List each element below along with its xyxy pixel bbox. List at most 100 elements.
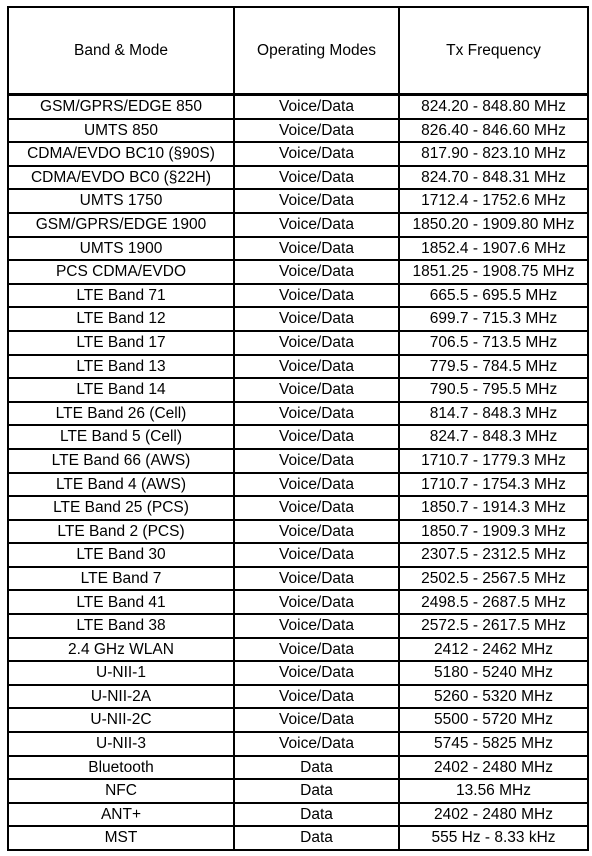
band-mode-cell: LTE Band 66 (AWS) — [7, 447, 235, 474]
operating-modes-cell: Voice/Data — [233, 211, 400, 238]
table-row: LTE Band 71 Voice/Data 665.5 - 695.5 MHz — [7, 282, 589, 309]
tx-frequency-cell: 790.5 - 795.5 MHz — [398, 377, 589, 403]
band-mode-cell: LTE Band 5 (Cell) — [7, 424, 235, 450]
table-row: LTE Band 66 (AWS) Voice/Data 1710.7 - 1779… — [7, 447, 589, 474]
table-row: LTE Band 2 (PCS) Voice/Data 1850.7 - 1909.… — [7, 518, 589, 545]
operating-modes-cell: Voice/Data — [233, 447, 400, 474]
tx-frequency-cell: 1712.4 - 1752.6 MHz — [398, 188, 589, 214]
operating-modes-cell: Voice/Data — [233, 471, 400, 498]
band-mode-cell: LTE Band 26 (Cell) — [7, 400, 235, 427]
table-row: CDMA/EVDO BC0 (§22H) Voice/Data 824.70 - 8… — [7, 164, 589, 191]
band-mode-cell: U-NII-2A — [7, 683, 235, 710]
band-mode-cell: LTE Band 17 — [7, 329, 235, 356]
table-row: LTE Band 17 Voice/Data 706.5 - 713.5 MHz — [7, 329, 589, 356]
band-mode-cell: LTE Band 25 (PCS) — [7, 495, 235, 521]
tx-frequency-cell: 824.7 - 848.3 MHz — [398, 424, 589, 450]
tx-frequency-cell: 1851.25 - 1908.75 MHz — [398, 259, 589, 285]
operating-modes-cell: Voice/Data — [233, 93, 400, 120]
band-mode-cell: LTE Band 38 — [7, 613, 235, 639]
table-body: GSM/GPRS/EDGE 850 Voice/Data 824.20 - 848.… — [7, 93, 589, 851]
tx-frequency-cell: 2502.5 - 2567.5 MHz — [398, 565, 589, 592]
band-mode-cell: LTE Band 4 (AWS) — [7, 471, 235, 498]
table-header: Band & Mode Operating Modes Tx Frequency — [7, 6, 589, 96]
tx-frequency-cell: 2402 - 2480 MHz — [398, 801, 589, 828]
operating-modes-cell: Voice/Data — [233, 731, 400, 757]
operating-modes-cell: Data — [233, 778, 400, 804]
operating-modes-cell: Voice/Data — [233, 424, 400, 450]
table-row: LTE Band 13 Voice/Data 779.5 - 784.5 MHz — [7, 353, 589, 380]
band-mode-cell: CDMA/EVDO BC0 (§22H) — [7, 164, 235, 191]
tx-frequency-cell: 2498.5 - 2687.5 MHz — [398, 589, 589, 616]
table-row: U-NII-2A Voice/Data 5260 - 5320 MHz — [7, 683, 589, 710]
operating-modes-cell: Voice/Data — [233, 188, 400, 214]
tx-frequency-cell: 824.70 - 848.31 MHz — [398, 164, 589, 191]
tx-frequency-cell: 5260 - 5320 MHz — [398, 683, 589, 710]
tx-frequency-cell: 1850.7 - 1909.3 MHz — [398, 518, 589, 545]
tx-frequency-cell: 555 Hz - 8.33 kHz — [398, 825, 589, 851]
band-mode-cell: LTE Band 12 — [7, 306, 235, 332]
operating-modes-cell: Voice/Data — [233, 306, 400, 332]
table-row: ANT+ Data 2402 - 2480 MHz — [7, 801, 589, 828]
operating-modes-cell: Voice/Data — [233, 377, 400, 403]
table-row: LTE Band 26 (Cell) Voice/Data 814.7 - 848.… — [7, 400, 589, 427]
operating-modes-cell: Voice/Data — [233, 589, 400, 616]
band-mode-cell: GSM/GPRS/EDGE 1900 — [7, 211, 235, 238]
operating-modes-cell: Voice/Data — [233, 164, 400, 191]
operating-modes-cell: Voice/Data — [233, 613, 400, 639]
operating-modes-cell: Voice/Data — [233, 636, 400, 663]
tx-frequency-cell: 2412 - 2462 MHz — [398, 636, 589, 663]
tx-frequency-cell: 706.5 - 713.5 MHz — [398, 329, 589, 356]
operating-modes-cell: Voice/Data — [233, 259, 400, 285]
table-row: U-NII-1 Voice/Data 5180 - 5240 MHz — [7, 660, 589, 686]
table-row: LTE Band 5 (Cell) Voice/Data 824.7 - 848.3… — [7, 424, 589, 450]
operating-modes-cell: Data — [233, 801, 400, 828]
tx-frequency-cell: 5500 - 5720 MHz — [398, 707, 589, 734]
frequency-bands-table: Band & Mode Operating Modes Tx Frequency… — [7, 6, 589, 851]
operating-modes-cell: Voice/Data — [233, 683, 400, 710]
table-row: LTE Band 41 Voice/Data 2498.5 - 2687.5 MHz — [7, 589, 589, 616]
band-mode-cell: MST — [7, 825, 235, 851]
header-row: Band & Mode Operating Modes Tx Frequency — [7, 6, 589, 96]
table-row: MST Data 555 Hz - 8.33 kHz — [7, 825, 589, 851]
tx-frequency-cell: 699.7 - 715.3 MHz — [398, 306, 589, 332]
table-row: 2.4 GHz WLAN Voice/Data 2412 - 2462 MHz — [7, 636, 589, 663]
band-mode-cell: LTE Band 41 — [7, 589, 235, 616]
operating-modes-cell: Voice/Data — [233, 353, 400, 380]
table-row: LTE Band 14 Voice/Data 790.5 - 795.5 MHz — [7, 377, 589, 403]
band-mode-cell: LTE Band 13 — [7, 353, 235, 380]
table-row: LTE Band 12 Voice/Data 699.7 - 715.3 MHz — [7, 306, 589, 332]
table-row: LTE Band 25 (PCS) Voice/Data 1850.7 - 1914… — [7, 495, 589, 521]
band-mode-cell: UMTS 1750 — [7, 188, 235, 214]
operating-modes-cell: Voice/Data — [233, 117, 400, 144]
band-mode-cell: U-NII-2C — [7, 707, 235, 734]
tx-frequency-cell: 824.20 - 848.80 MHz — [398, 93, 589, 120]
band-mode-cell: U-NII-3 — [7, 731, 235, 757]
table-row: GSM/GPRS/EDGE 1900 Voice/Data 1850.20 - 19… — [7, 211, 589, 238]
table-row: LTE Band 38 Voice/Data 2572.5 - 2617.5 MHz — [7, 613, 589, 639]
tx-frequency-cell: 826.40 - 846.60 MHz — [398, 117, 589, 144]
operating-modes-cell: Voice/Data — [233, 542, 400, 568]
tx-frequency-cell: 2307.5 - 2312.5 MHz — [398, 542, 589, 568]
band-mode-cell: LTE Band 2 (PCS) — [7, 518, 235, 545]
table-row: NFC Data 13.56 MHz — [7, 778, 589, 804]
tx-frequency-cell: 779.5 - 784.5 MHz — [398, 353, 589, 380]
table-row: LTE Band 7 Voice/Data 2502.5 - 2567.5 MHz — [7, 565, 589, 592]
tx-frequency-cell: 1710.7 - 1754.3 MHz — [398, 471, 589, 498]
table-row: Bluetooth Data 2402 - 2480 MHz — [7, 754, 589, 781]
operating-modes-cell: Data — [233, 825, 400, 851]
tx-frequency-cell: 5745 - 5825 MHz — [398, 731, 589, 757]
operating-modes-cell: Voice/Data — [233, 400, 400, 427]
operating-modes-cell: Voice/Data — [233, 495, 400, 521]
band-mode-cell: LTE Band 30 — [7, 542, 235, 568]
tx-frequency-cell: 817.90 - 823.10 MHz — [398, 141, 589, 167]
tx-frequency-cell: 665.5 - 695.5 MHz — [398, 282, 589, 309]
tx-frequency-cell: 2572.5 - 2617.5 MHz — [398, 613, 589, 639]
operating-modes-cell: Voice/Data — [233, 707, 400, 734]
band-mode-cell: UMTS 850 — [7, 117, 235, 144]
tx-frequency-cell: 1852.4 - 1907.6 MHz — [398, 235, 589, 262]
band-mode-cell: 2.4 GHz WLAN — [7, 636, 235, 663]
operating-modes-cell: Voice/Data — [233, 660, 400, 686]
tx-frequency-cell: 814.7 - 848.3 MHz — [398, 400, 589, 427]
band-mode-cell: PCS CDMA/EVDO — [7, 259, 235, 285]
tx-frequency-cell: 13.56 MHz — [398, 778, 589, 804]
